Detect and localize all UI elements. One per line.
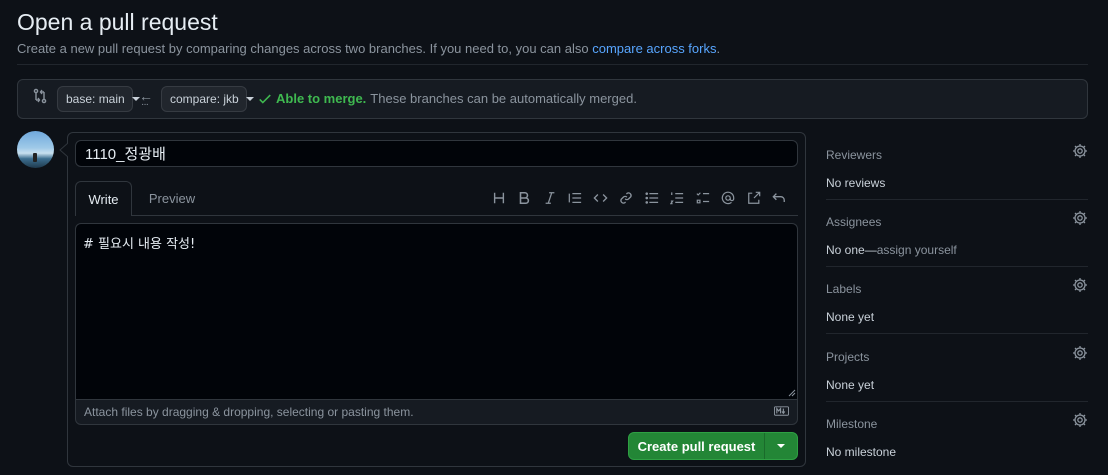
git-compare-icon: [33, 88, 47, 104]
sidebar-milestone: Milestone No milestone: [826, 413, 1088, 459]
projects-heading: Projects: [826, 350, 870, 364]
compare-forks-link[interactable]: compare across forks: [592, 41, 716, 56]
page-subtitle: Create a new pull request by comparing c…: [17, 41, 720, 56]
sidebar-reviewers: Reviewers No reviews: [826, 144, 1088, 190]
gear-icon[interactable]: [1072, 210, 1088, 226]
task-list-icon[interactable]: [690, 189, 716, 207]
speech-caret-icon: [59, 143, 68, 157]
gear-icon[interactable]: [1072, 277, 1088, 293]
create-pull-request-main[interactable]: Create pull request: [629, 433, 765, 459]
reviewers-heading: Reviewers: [826, 148, 883, 162]
code-icon[interactable]: [588, 189, 614, 207]
create-pull-request-button: Create pull request: [628, 432, 798, 460]
sidebar-divider: [826, 333, 1088, 334]
heading-icon[interactable]: [486, 189, 512, 207]
quote-icon[interactable]: [563, 189, 589, 207]
caret-down-icon: [777, 444, 785, 448]
tab-preview[interactable]: Preview: [140, 181, 204, 216]
subtitle-suffix: .: [716, 41, 721, 56]
pr-body-textarea[interactable]: # 필요시 내용 작성!: [75, 223, 798, 399]
sidebar-assignees: Assignees No one—assign yourself: [826, 211, 1088, 257]
tab-write[interactable]: Write: [75, 181, 132, 216]
assignees-heading: Assignees: [826, 215, 882, 229]
avatar[interactable]: [17, 131, 54, 168]
compare-branch-label: compare: jkb: [170, 92, 239, 106]
bulleted-list-icon[interactable]: [639, 189, 665, 207]
labels-value: None yet: [826, 310, 875, 324]
numbered-list-icon[interactable]: [665, 189, 691, 207]
reply-icon[interactable]: [767, 189, 793, 207]
markdown-toolbar: [486, 189, 792, 209]
sidebar-divider: [826, 401, 1088, 402]
resize-handle-icon[interactable]: [788, 389, 796, 397]
base-branch-button[interactable]: base: main: [57, 86, 140, 112]
pr-title-input[interactable]: 1110_정광배: [75, 140, 798, 167]
attach-files-hint: Attach files by dragging & dropping, sel…: [84, 405, 414, 419]
mention-icon[interactable]: [716, 189, 742, 207]
milestone-value: No milestone: [826, 445, 897, 459]
gear-icon[interactable]: [1072, 345, 1088, 361]
bold-icon[interactable]: [512, 189, 538, 207]
sidebar-projects: Projects None yet: [826, 346, 1088, 392]
sidebar-divider: [826, 199, 1088, 200]
merge-status: Able to merge. These branches can be aut…: [258, 91, 637, 106]
check-icon: [259, 94, 271, 104]
merge-status-detail: These branches can be automatically merg…: [370, 91, 637, 106]
gear-icon[interactable]: [1072, 143, 1088, 159]
assignees-value: No one—assign yourself: [826, 243, 1088, 257]
attach-files-bar[interactable]: Attach files by dragging & dropping, sel…: [75, 399, 798, 425]
milestone-heading: Milestone: [826, 417, 878, 431]
avatar-figure: [33, 153, 37, 162]
page-title: Open a pull request: [17, 9, 218, 35]
link-icon[interactable]: [614, 189, 640, 207]
assign-yourself-link[interactable]: assign yourself: [877, 243, 957, 257]
sidebar-divider: [826, 266, 1088, 267]
assignees-none: No one—: [826, 243, 877, 257]
gear-icon[interactable]: [1072, 412, 1088, 428]
sidebar-labels: Labels None yet: [826, 278, 1088, 324]
subtitle-text: Create a new pull request by comparing c…: [17, 41, 593, 56]
reference-icon[interactable]: [741, 189, 767, 207]
markdown-icon[interactable]: [774, 406, 789, 416]
labels-heading: Labels: [826, 282, 862, 296]
merge-status-label: Able to merge.: [276, 91, 367, 106]
create-options-dropdown[interactable]: [765, 433, 797, 459]
base-branch-label: base: main: [66, 92, 125, 106]
caret-down-icon: [245, 97, 254, 101]
ellipsis-icon: ···: [141, 99, 149, 110]
italic-icon[interactable]: [537, 189, 563, 207]
divider: [17, 64, 1088, 65]
reviewers-value: No reviews: [826, 176, 886, 190]
compare-branch-button[interactable]: compare: jkb: [161, 86, 254, 112]
projects-value: None yet: [826, 378, 875, 392]
